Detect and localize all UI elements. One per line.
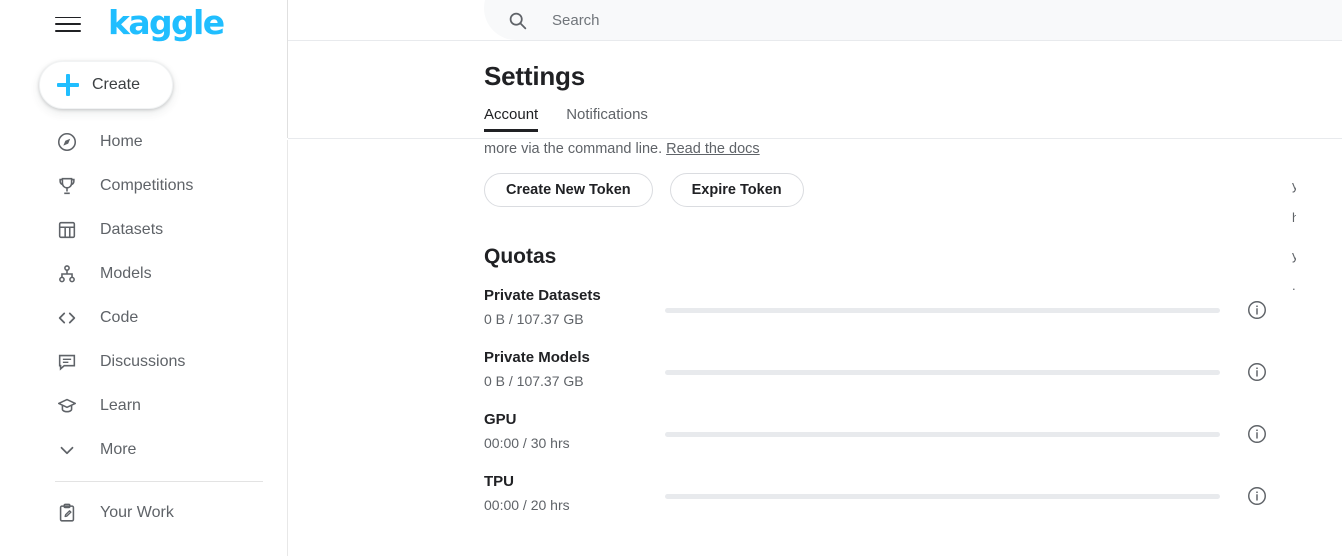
tabs-divider [288, 138, 1342, 139]
info-circle-icon[interactable] [1246, 423, 1268, 445]
tab-account[interactable]: Account [484, 106, 539, 132]
hierarchy-icon [55, 262, 79, 286]
sidebar-item-discussions[interactable]: Discussions [0, 340, 288, 384]
expire-token-button[interactable]: Expire Token [669, 173, 804, 207]
quota-value: 00:00 / 30 hrs [484, 435, 570, 451]
quota-value: 0 B / 107.37 GB [484, 373, 584, 389]
info-circle-icon[interactable] [1246, 485, 1268, 507]
plus-icon [57, 74, 79, 96]
clipped-text-fragment: y [1292, 248, 1296, 263]
search-input[interactable] [552, 11, 1252, 29]
main-content: Settings Account Notifications more via … [288, 0, 1342, 556]
sidebar-item-more[interactable]: More [0, 428, 288, 472]
sidebar: kaggle Create Home Competitions Datasets… [0, 0, 288, 556]
sidebar-item-your-work[interactable]: Your Work [0, 491, 288, 535]
code-brackets-icon [55, 306, 79, 330]
quota-value: 0 B / 107.37 GB [484, 311, 584, 327]
tab-notifications[interactable]: Notifications [566, 106, 648, 132]
quota-row-gpu: GPU 00:00 / 30 hrs [288, 410, 1342, 472]
sidebar-item-label: Learn [100, 397, 141, 414]
sidebar-item-label: Home [100, 133, 143, 150]
graduation-cap-icon [55, 394, 79, 418]
search-bar[interactable] [484, 0, 1342, 40]
quota-row-private-datasets: Private Datasets 0 B / 107.37 GB [288, 286, 1342, 348]
sidebar-item-datasets[interactable]: Datasets [0, 208, 288, 252]
create-button[interactable]: Create [39, 61, 173, 109]
api-token-description-text: more via the command line. [484, 141, 663, 157]
quota-row-private-models: Private Models 0 B / 107.37 GB [288, 348, 1342, 410]
create-new-token-button[interactable]: Create New Token [484, 173, 653, 207]
settings-tabs: Account Notifications [484, 106, 676, 132]
quota-row-tpu: TPU 00:00 / 20 hrs [288, 472, 1342, 534]
info-circle-icon[interactable] [1246, 361, 1268, 383]
sidebar-item-code[interactable]: Code [0, 296, 288, 340]
sidebar-item-label: Discussions [100, 353, 186, 370]
quota-name: GPU [484, 411, 517, 428]
quota-progress-bar [665, 432, 1220, 437]
quota-name: Private Models [484, 349, 590, 366]
create-button-label: Create [92, 76, 141, 93]
sidebar-item-label: More [100, 441, 137, 458]
sidebar-header: kaggle [0, 0, 288, 48]
compass-icon [55, 130, 79, 154]
sidebar-item-label: Competitions [100, 177, 194, 194]
kaggle-settings-page: kaggle Create Home Competitions Datasets… [0, 0, 1342, 556]
trophy-icon [55, 174, 79, 198]
quota-list: Private Datasets 0 B / 107.37 GB Private… [288, 286, 1342, 534]
clipped-text-fragment: h [1292, 210, 1296, 225]
sidebar-item-competitions[interactable]: Competitions [0, 164, 288, 208]
table-icon [55, 218, 79, 242]
sidebar-item-models[interactable]: Models [0, 252, 288, 296]
sidebar-item-home[interactable]: Home [0, 120, 288, 164]
quota-name: TPU [484, 473, 514, 490]
kaggle-logo[interactable]: kaggle [108, 6, 225, 39]
search-icon [506, 9, 528, 31]
quota-progress-bar [665, 370, 1220, 375]
topbar-divider [288, 40, 1342, 41]
sidebar-item-label: Models [100, 265, 152, 282]
quota-name: Private Datasets [484, 287, 601, 304]
sidebar-item-learn[interactable]: Learn [0, 384, 288, 428]
quota-progress-bar [665, 308, 1220, 313]
info-circle-icon[interactable] [1246, 299, 1268, 321]
chevron-down-icon [55, 438, 79, 462]
sidebar-divider [55, 481, 263, 482]
comment-icon [55, 350, 79, 374]
api-token-actions: Create New Token Expire Token [484, 173, 804, 207]
sidebar-item-label: Datasets [100, 221, 164, 238]
read-the-docs-link[interactable]: Read the docs [666, 141, 760, 157]
clipped-text-fragment: . [1292, 278, 1296, 293]
quota-value: 00:00 / 20 hrs [484, 497, 570, 513]
sidebar-nav: Home Competitions Datasets Models Code D… [0, 120, 288, 535]
hamburger-icon[interactable] [55, 14, 81, 34]
sidebar-item-label: Your Work [100, 504, 174, 521]
sidebar-item-label: Code [100, 309, 139, 326]
quotas-heading: Quotas [484, 245, 557, 268]
page-title: Settings [484, 61, 585, 91]
clipped-text-fragment: y [1292, 178, 1296, 193]
api-token-description: more via the command line. Read the docs [484, 141, 760, 157]
clipboard-pencil-icon [55, 501, 79, 525]
quota-progress-bar [665, 494, 1220, 499]
